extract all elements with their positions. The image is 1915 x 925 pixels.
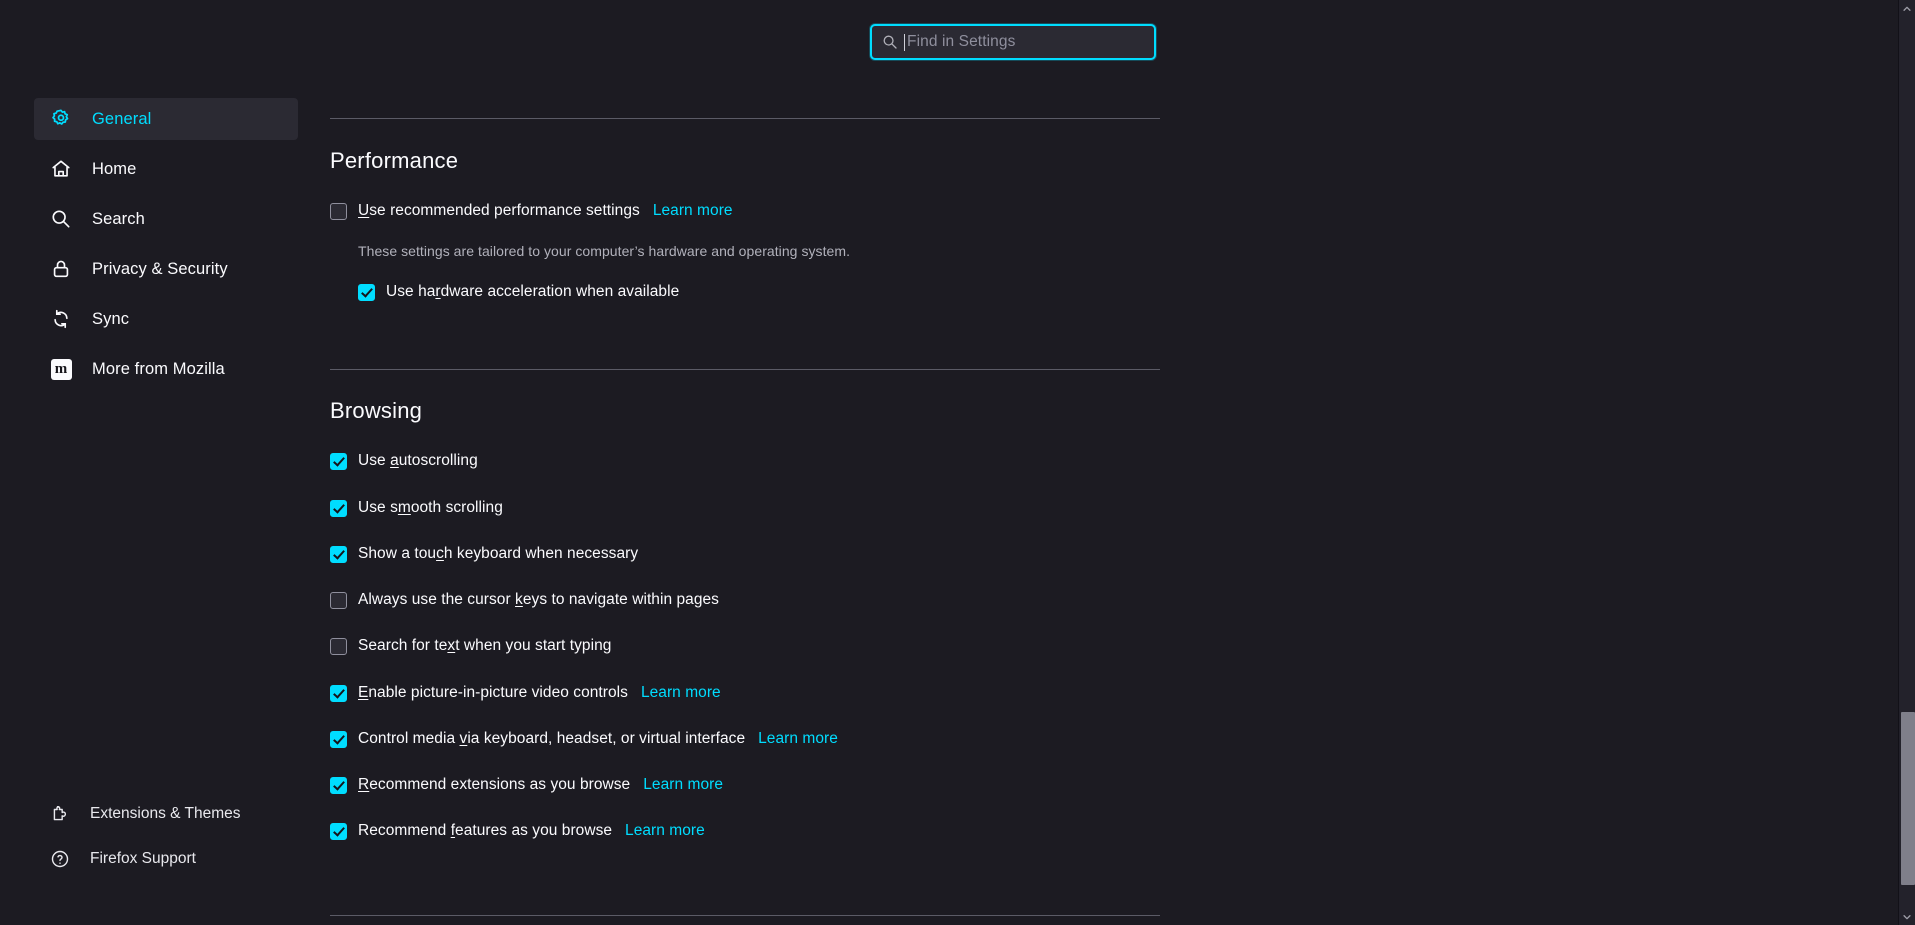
checkbox-control-media[interactable] <box>330 731 347 748</box>
sidebar-item-label: Home <box>92 160 136 179</box>
checkbox-recommend-features[interactable] <box>330 823 347 840</box>
checkbox-use-autoscrolling[interactable] <box>330 453 347 470</box>
checkbox-enable-picture-in-picture[interactable] <box>330 685 347 702</box>
sidebar-item-label: Privacy & Security <box>92 260 228 279</box>
checkbox-row-recommend-extensions[interactable]: Recommend extensions as you browse Learn… <box>330 774 723 796</box>
checkbox-row-picture-in-picture[interactable]: Enable picture-in-picture video controls… <box>330 682 721 704</box>
sync-icon <box>50 308 72 330</box>
checkbox-label: Recommend extensions as you browse <box>358 776 630 794</box>
chevron-down-icon[interactable] <box>1899 908 1915 925</box>
checkbox-row-cursor-keys[interactable]: Always use the cursor keys to navigate w… <box>330 589 719 611</box>
search-icon <box>50 208 72 230</box>
settings-sidebar: General Home Search Privacy & Se <box>0 0 330 925</box>
checkbox-use-hardware-acceleration[interactable] <box>358 284 375 301</box>
sidebar-item-label: Search <box>92 210 145 229</box>
sidebar-item-extensions-themes[interactable]: Extensions & Themes <box>34 796 298 832</box>
gear-icon <box>50 108 72 130</box>
section-divider-bottom <box>330 915 1160 916</box>
checkbox-row-touch-keyboard[interactable]: Show a touch keyboard when necessary <box>330 543 638 565</box>
performance-description: These settings are tailored to your comp… <box>358 243 850 259</box>
checkbox-row-control-media[interactable]: Control media via keyboard, headset, or … <box>330 728 838 750</box>
section-divider-top <box>330 118 1160 119</box>
sidebar-item-label: Sync <box>92 310 129 329</box>
sidebar-footer-label: Firefox Support <box>90 850 196 868</box>
sidebar-item-label: More from Mozilla <box>92 360 225 379</box>
checkbox-label: Control media via keyboard, headset, or … <box>358 730 745 748</box>
sidebar-item-home[interactable]: Home <box>34 148 298 190</box>
checkbox-row-recommended-performance[interactable]: Use recommended performance settings Lea… <box>330 200 733 222</box>
learn-more-link-recommend-extensions[interactable]: Learn more <box>643 776 723 794</box>
vertical-scrollbar[interactable] <box>1898 0 1915 925</box>
checkbox-label: Use recommended performance settings <box>358 202 640 220</box>
checkbox-show-touch-keyboard[interactable] <box>330 546 347 563</box>
puzzle-piece-icon <box>50 804 70 824</box>
learn-more-link-recommend-features[interactable]: Learn more <box>625 822 705 840</box>
checkbox-label: Recommend features as you browse <box>358 822 612 840</box>
checkbox-use-smooth-scrolling[interactable] <box>330 500 347 517</box>
checkbox-label: Use smooth scrolling <box>358 499 503 517</box>
sidebar-item-search[interactable]: Search <box>34 198 298 240</box>
scrollbar-thumb[interactable] <box>1901 712 1915 885</box>
sidebar-footer-label: Extensions & Themes <box>90 805 240 823</box>
checkbox-label: Always use the cursor keys to navigate w… <box>358 591 719 609</box>
sidebar-item-firefox-support[interactable]: Firefox Support <box>34 841 298 877</box>
checkbox-row-autoscrolling[interactable]: Use autoscrolling <box>330 450 478 472</box>
section-divider-middle <box>330 369 1160 370</box>
learn-more-link-performance[interactable]: Learn more <box>653 202 733 220</box>
question-circle-icon <box>50 849 70 869</box>
checkbox-recommend-extensions[interactable] <box>330 777 347 794</box>
learn-more-link-control-media[interactable]: Learn more <box>758 730 838 748</box>
chevron-up-icon[interactable] <box>1899 0 1915 17</box>
checkbox-row-search-for-text[interactable]: Search for text when you start typing <box>330 635 611 657</box>
checkbox-search-for-text-when-typing[interactable] <box>330 638 347 655</box>
checkbox-always-use-cursor-keys[interactable] <box>330 592 347 609</box>
home-icon <box>50 158 72 180</box>
checkbox-use-recommended-performance-settings[interactable] <box>330 203 347 220</box>
checkbox-label: Enable picture-in-picture video controls <box>358 684 628 702</box>
sidebar-item-label: General <box>92 110 151 129</box>
checkbox-label: Use hardware acceleration when available <box>386 283 679 301</box>
lock-icon <box>50 258 72 280</box>
checkbox-label: Show a touch keyboard when necessary <box>358 545 638 563</box>
mozilla-icon: m <box>50 358 72 380</box>
sidebar-item-general[interactable]: General <box>34 98 298 140</box>
learn-more-link-picture-in-picture[interactable]: Learn more <box>641 684 721 702</box>
checkbox-label: Search for text when you start typing <box>358 637 611 655</box>
settings-main-panel: Performance Use recommended performance … <box>330 0 1875 925</box>
sidebar-item-more-from-mozilla[interactable]: m More from Mozilla <box>34 348 298 390</box>
checkbox-label: Use autoscrolling <box>358 452 478 470</box>
section-title-browsing: Browsing <box>330 398 422 424</box>
section-title-performance: Performance <box>330 148 458 174</box>
checkbox-row-hardware-acceleration[interactable]: Use hardware acceleration when available <box>358 281 679 303</box>
checkbox-row-smooth-scrolling[interactable]: Use smooth scrolling <box>330 497 503 519</box>
checkbox-row-recommend-features[interactable]: Recommend features as you browse Learn m… <box>330 820 705 842</box>
sidebar-item-sync[interactable]: Sync <box>34 298 298 340</box>
sidebar-item-privacy-security[interactable]: Privacy & Security <box>34 248 298 290</box>
